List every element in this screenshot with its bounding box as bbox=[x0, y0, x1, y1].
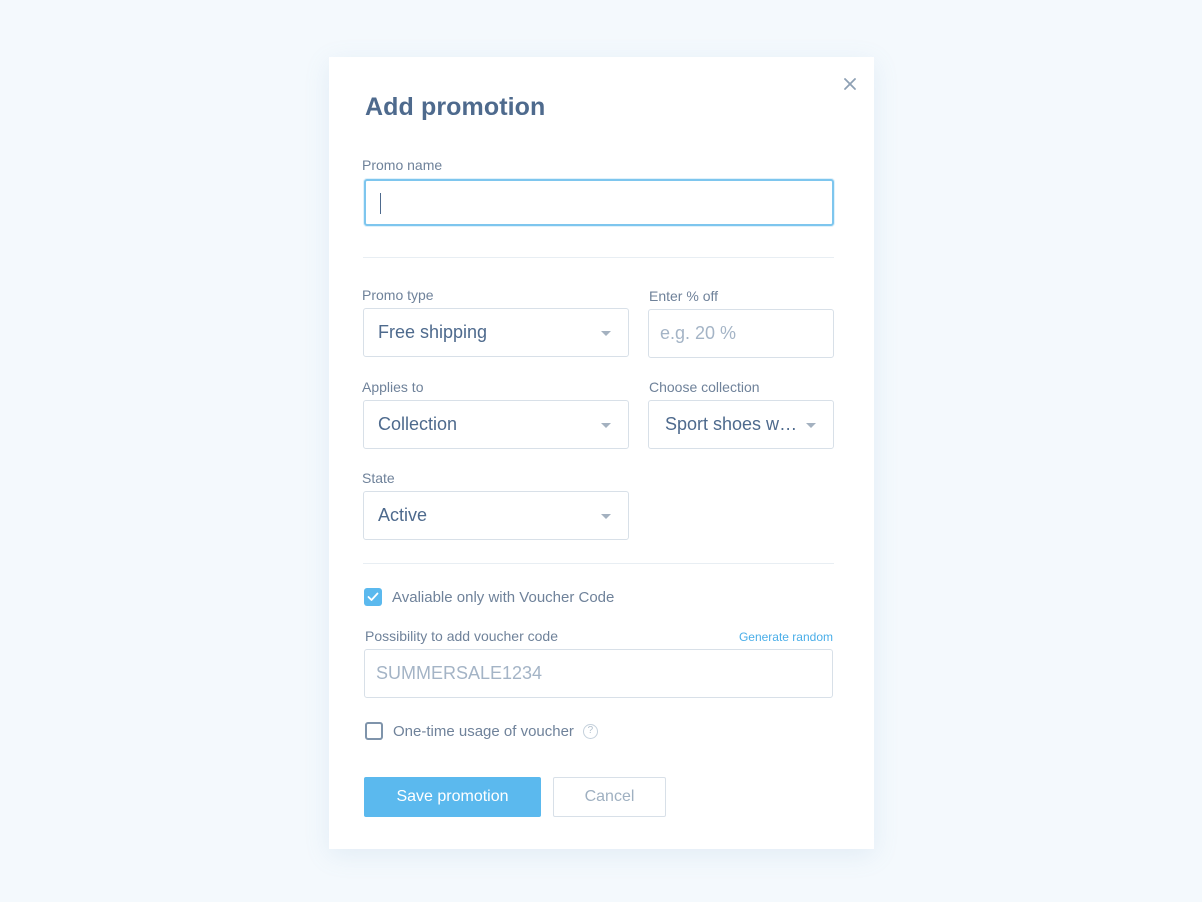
dialog-title: Add promotion bbox=[365, 93, 546, 121]
chevron-down-icon bbox=[601, 331, 611, 336]
state-select[interactable]: Active bbox=[363, 491, 629, 540]
one-time-usage-label: One-time usage of voucher bbox=[393, 722, 574, 740]
voucher-only-label: Avaliable only with Voucher Code bbox=[392, 588, 615, 606]
promo-type-value: Free shipping bbox=[378, 322, 488, 342]
state-value: Active bbox=[378, 505, 428, 525]
choose-collection-label: Choose collection bbox=[649, 379, 760, 395]
add-promotion-dialog: Add promotion Promo name Promo type Free… bbox=[329, 57, 874, 849]
chevron-down-icon bbox=[601, 423, 611, 428]
generate-random-link[interactable]: Generate random bbox=[739, 630, 833, 644]
collection-value: Sport shoes with sale bbox=[665, 414, 800, 434]
chevron-down-icon bbox=[806, 423, 816, 428]
help-icon[interactable]: ? bbox=[582, 723, 598, 739]
percent-off-input[interactable] bbox=[648, 309, 834, 358]
applies-to-select[interactable]: Collection bbox=[363, 400, 629, 449]
one-time-usage-checkbox-row[interactable]: One-time usage of voucher ? bbox=[365, 722, 598, 740]
text-caret bbox=[380, 193, 381, 214]
promo-type-label: Promo type bbox=[362, 287, 434, 303]
close-icon bbox=[844, 78, 856, 90]
state-label: State bbox=[362, 470, 395, 486]
promo-name-label: Promo name bbox=[362, 157, 443, 173]
percent-off-label: Enter % off bbox=[649, 288, 719, 304]
applies-to-label: Applies to bbox=[362, 379, 424, 395]
cancel-button[interactable]: Cancel bbox=[553, 777, 666, 817]
voucher-code-label: Possibility to add voucher code bbox=[365, 628, 558, 644]
chevron-down-icon bbox=[601, 514, 611, 519]
checkmark-icon bbox=[367, 592, 379, 601]
one-time-usage-checkbox[interactable] bbox=[365, 722, 383, 740]
section-divider bbox=[363, 563, 834, 564]
promo-type-select[interactable]: Free shipping bbox=[363, 308, 629, 357]
close-button[interactable] bbox=[841, 75, 859, 93]
voucher-only-checkbox-row[interactable]: Avaliable only with Voucher Code bbox=[364, 588, 614, 606]
collection-select[interactable]: Sport shoes with sale bbox=[648, 400, 834, 449]
section-divider bbox=[363, 257, 834, 258]
voucher-only-checkbox[interactable] bbox=[364, 588, 382, 606]
save-promotion-button[interactable]: Save promotion bbox=[364, 777, 541, 817]
voucher-code-input[interactable] bbox=[364, 649, 833, 698]
applies-to-value: Collection bbox=[378, 414, 458, 434]
promo-name-input[interactable] bbox=[364, 179, 834, 226]
